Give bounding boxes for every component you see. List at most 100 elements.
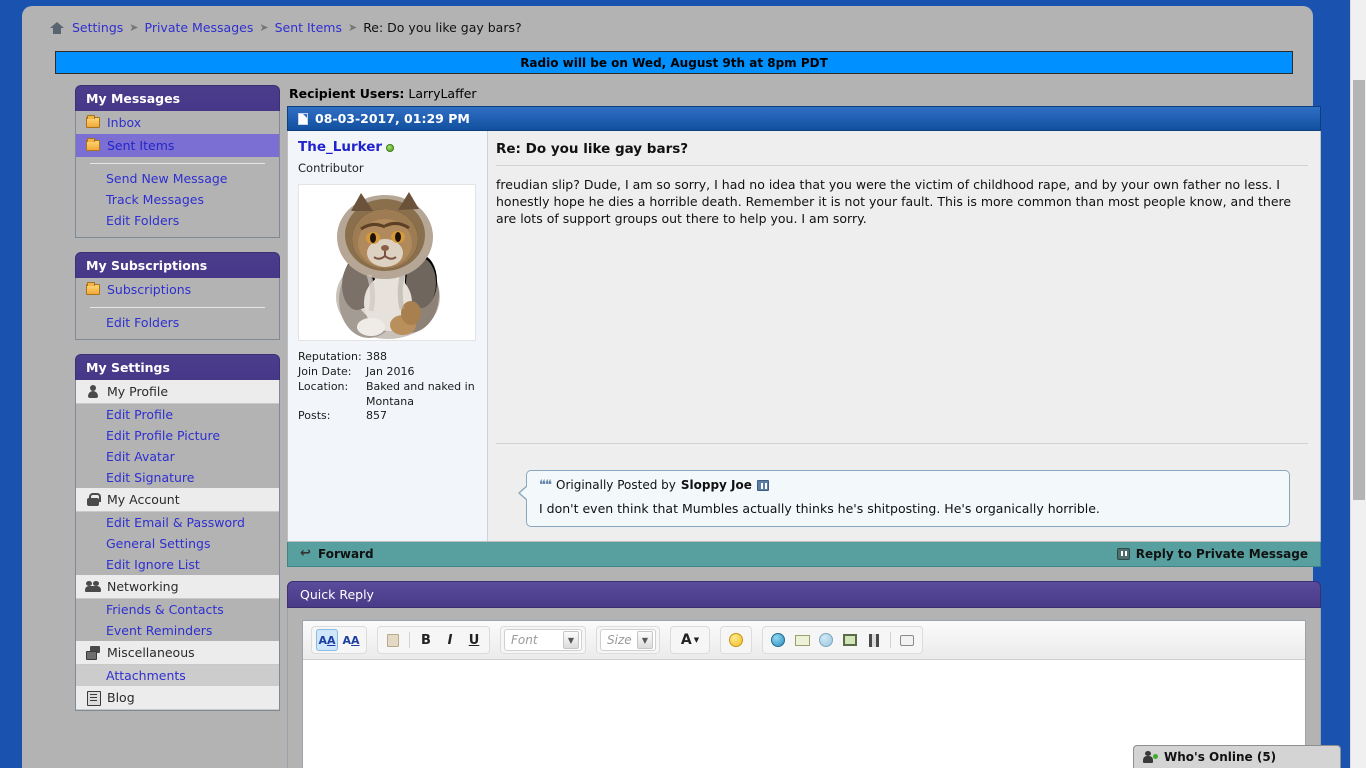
quick-reply-body: AA AA B I U Font ▼ Size ▼ A ▼	[287, 608, 1321, 768]
sidebar-link-send-new-message[interactable]: Send New Message	[76, 168, 279, 189]
page-container: Settings ➤ Private Messages ➤ Sent Items…	[22, 6, 1321, 768]
bold-button[interactable]: B	[415, 629, 437, 651]
stat-label: Location:	[298, 379, 349, 393]
insert-email-button[interactable]	[791, 629, 813, 651]
sidebar-folder-label[interactable]: Inbox	[107, 115, 141, 130]
persian-cat-avatar-image	[299, 185, 475, 340]
sidebar-item-attachments[interactable]: Attachments	[76, 665, 279, 686]
forward-button[interactable]: ↩ Forward	[300, 547, 374, 561]
panel-my-subscriptions: My Subscriptions Subscriptions Edit Fold…	[75, 252, 280, 340]
globe-link-icon	[771, 633, 785, 647]
film-icon	[869, 633, 879, 647]
whos-online-label: Who's Online (5)	[1164, 750, 1277, 764]
window-scrollbar[interactable]	[1350, 0, 1366, 768]
breadcrumb-item-private-messages[interactable]: Private Messages	[145, 20, 254, 35]
underline-button[interactable]: U	[463, 629, 485, 651]
sidebar-item-edit-avatar[interactable]: Edit Avatar	[76, 446, 279, 467]
panel-body-my-messages: Inbox Sent Items Send New Message Track …	[75, 111, 280, 238]
breadcrumb-item-settings[interactable]: Settings	[72, 20, 123, 35]
paste-button[interactable]	[382, 629, 404, 651]
size-select[interactable]: Size ▼	[600, 629, 656, 651]
sidebar-link-edit-folders[interactable]: Edit Folders	[76, 210, 279, 231]
quote-area: ❝❝ Originally Posted by Sloppy Joe I don…	[488, 452, 1320, 541]
sidebar-folder-label[interactable]: Subscriptions	[107, 282, 191, 297]
sidebar-folder-inbox[interactable]: Inbox	[76, 111, 279, 134]
scroll-down-arrow-icon[interactable]	[1351, 752, 1366, 768]
online-dot-icon	[1153, 754, 1158, 759]
envelope-icon	[794, 634, 810, 646]
paste-icon	[387, 633, 399, 647]
stat-row: Posts: 857	[298, 409, 477, 424]
quote-author[interactable]: Sloppy Joe	[681, 478, 752, 492]
sidebar-group-label: Networking	[107, 579, 179, 594]
size-select-placeholder: Size	[607, 633, 632, 647]
breadcrumb-current-page: Re: Do you like gay bars?	[363, 20, 522, 35]
smiley-icon	[729, 633, 743, 647]
toolbar-group-smilie	[720, 626, 752, 654]
message-action-bar: ↩ Forward Reply to Private Message	[287, 542, 1321, 567]
author-username[interactable]: The_Lurker	[298, 139, 382, 155]
folder-icon	[86, 282, 100, 295]
sidebar-item-general-settings[interactable]: General Settings	[76, 533, 279, 554]
stat-label: Posts:	[298, 409, 331, 423]
sidebar-link-subscriptions-edit-folders[interactable]: Edit Folders	[76, 312, 279, 333]
sidebar-folder-subscriptions[interactable]: Subscriptions	[76, 278, 279, 301]
sidebar-group-networking: Networking	[76, 575, 279, 599]
home-icon[interactable]	[50, 21, 64, 34]
scroll-up-arrow-icon[interactable]	[1351, 0, 1366, 16]
toolbar-group-color: A ▼	[670, 626, 710, 654]
remove-format-glyph: AA	[342, 633, 360, 647]
font-color-button[interactable]: A ▼	[675, 629, 705, 651]
folder-icon	[86, 115, 100, 128]
stat-value: 857	[366, 409, 387, 423]
toggle-wysiwyg-button[interactable]: AA	[316, 629, 338, 651]
sidebar-folder-label[interactable]: Sent Items	[107, 138, 174, 153]
reply-button-label: Reply to Private Message	[1135, 547, 1308, 561]
avatar[interactable]	[298, 184, 476, 341]
italic-button[interactable]: I	[439, 629, 461, 651]
breadcrumb-item-sent-items[interactable]: Sent Items	[275, 20, 342, 35]
font-select[interactable]: Font ▼	[504, 629, 582, 651]
lock-icon	[86, 493, 101, 506]
sidebar-item-edit-ignore-list[interactable]: Edit Ignore List	[76, 554, 279, 575]
insert-quote-button[interactable]	[896, 629, 918, 651]
sidebar-item-friends-contacts[interactable]: Friends & Contacts	[76, 599, 279, 620]
reply-to-private-message-button[interactable]: Reply to Private Message	[1116, 547, 1308, 561]
picture-icon	[843, 634, 857, 646]
sidebar-link-track-messages[interactable]: Track Messages	[76, 189, 279, 210]
stat-label: Reputation:	[298, 350, 362, 363]
sidebar-item-edit-profile[interactable]: Edit Profile	[76, 404, 279, 425]
quote-box: ❝❝ Originally Posted by Sloppy Joe I don…	[518, 470, 1290, 527]
message-date-bar: 08-03-2017, 01:29 PM	[287, 106, 1321, 131]
toolbar-group-font: Font ▼	[500, 626, 586, 654]
divider	[409, 632, 410, 648]
sidebar-group-miscellaneous: Miscellaneous	[76, 641, 279, 665]
insert-image-button[interactable]	[839, 629, 861, 651]
sidebar-item-edit-profile-picture[interactable]: Edit Profile Picture	[76, 425, 279, 446]
message-right-column: Re: Do you like gay bars? freudian slip?…	[488, 131, 1320, 541]
remove-formatting-button[interactable]: AA	[340, 629, 362, 651]
forward-arrow-icon: ↩	[300, 546, 311, 561]
sidebar-group-blog[interactable]: Blog	[76, 686, 279, 710]
insert-video-button[interactable]	[863, 629, 885, 651]
message-body: Re: Do you like gay bars? freudian slip?…	[488, 131, 1320, 452]
sidebar-item-event-reminders[interactable]: Event Reminders	[76, 620, 279, 641]
view-post-icon[interactable]	[756, 479, 769, 491]
sidebar-item-edit-email-password[interactable]: Edit Email & Password	[76, 512, 279, 533]
sidebar-folder-sent-items[interactable]: Sent Items	[76, 134, 279, 157]
breadcrumb: Settings ➤ Private Messages ➤ Sent Items…	[50, 20, 522, 35]
scrollbar-thumb[interactable]	[1353, 80, 1365, 500]
remove-link-button[interactable]	[815, 629, 837, 651]
insert-link-button[interactable]	[767, 629, 789, 651]
whos-online-bar[interactable]: Who's Online (5)	[1133, 745, 1341, 768]
recipient-users-label: Recipient Users:	[289, 86, 405, 101]
stat-label: Join Date:	[298, 364, 352, 378]
quick-reply-title: Quick Reply	[287, 581, 1321, 608]
stat-value: Baked and naked in Montana	[366, 379, 475, 408]
smilie-button[interactable]	[725, 629, 747, 651]
user-online-icon	[1143, 751, 1158, 763]
sidebar-item-edit-signature[interactable]: Edit Signature	[76, 467, 279, 488]
